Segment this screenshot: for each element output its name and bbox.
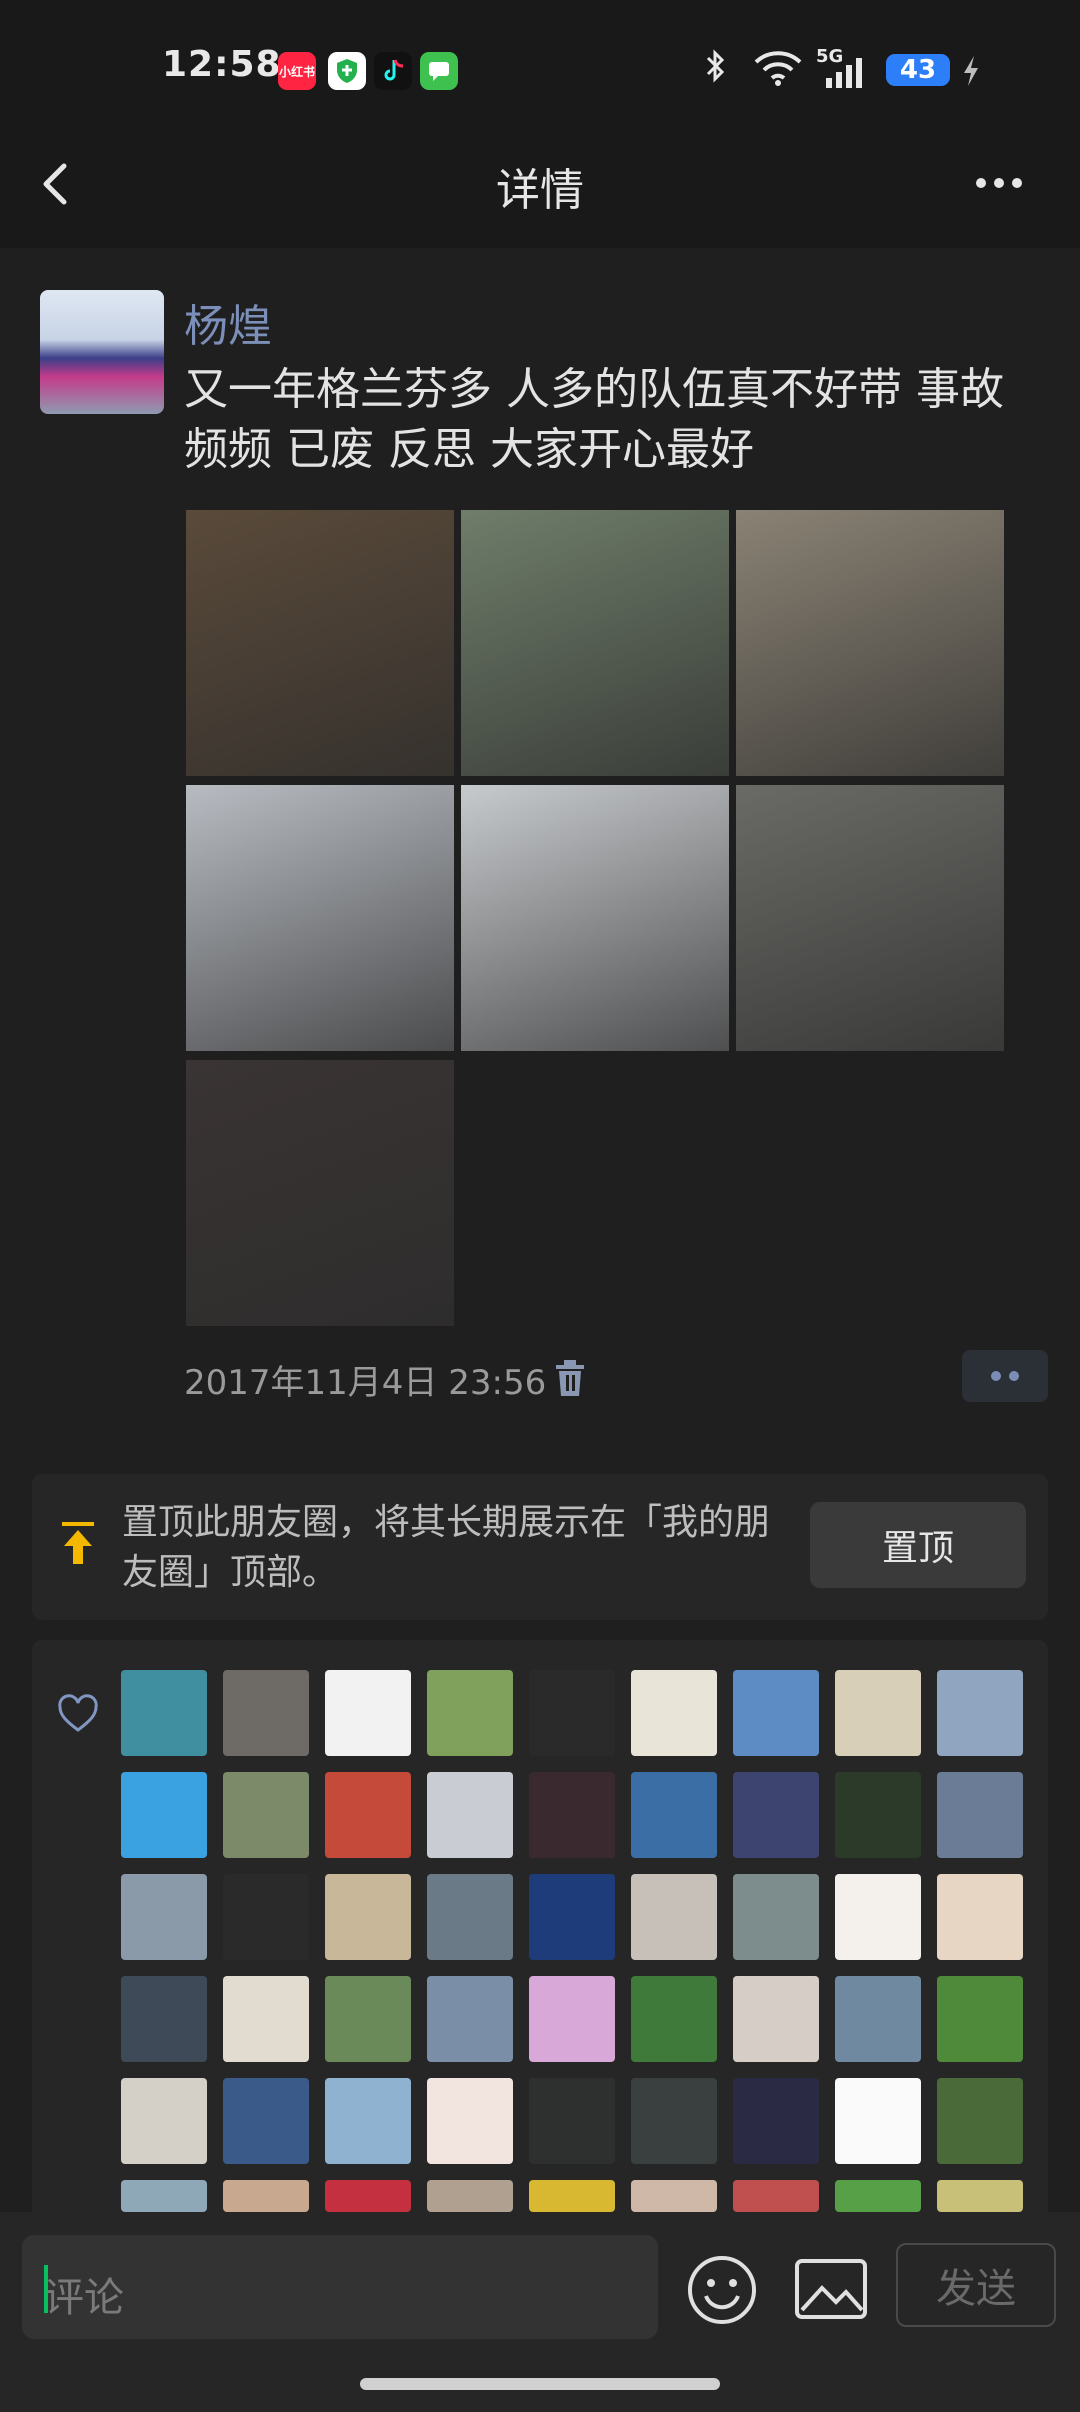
liker-avatar[interactable] [121, 1874, 207, 1960]
liker-avatar[interactable] [529, 1874, 615, 1960]
liker-avatar[interactable] [835, 1670, 921, 1756]
liker-avatar[interactable] [733, 2078, 819, 2164]
liker-avatar[interactable] [937, 2078, 1023, 2164]
pin-button[interactable]: 置顶 [810, 1502, 1026, 1588]
liker-avatar[interactable] [937, 1976, 1023, 2062]
liker-avatar[interactable] [529, 2180, 615, 2212]
post-photo-dinner-table-group[interactable] [186, 510, 454, 776]
liker-avatar[interactable] [223, 1772, 309, 1858]
dots-icon [991, 1371, 1001, 1381]
liker-avatar[interactable] [937, 1874, 1023, 1960]
liker-avatar[interactable] [223, 1976, 309, 2062]
delete-button[interactable] [552, 1358, 588, 1398]
smiley-icon [688, 2256, 756, 2324]
douyin-icon [374, 52, 412, 90]
liker-avatar[interactable] [631, 1670, 717, 1756]
liker-avatar[interactable] [325, 2078, 411, 2164]
liker-avatar[interactable] [835, 2078, 921, 2164]
status-bar: 12:58 小红书 5G 43 [0, 0, 1080, 140]
liker-avatar[interactable] [223, 2078, 309, 2164]
battery-level: 43 [886, 54, 950, 86]
heart-icon [56, 1694, 100, 1734]
text-cursor [44, 2265, 48, 2313]
liker-avatar[interactable] [223, 1874, 309, 1960]
post-photo-cyclists-lakeside[interactable] [736, 785, 1004, 1051]
image-icon [795, 2259, 867, 2319]
liker-avatar[interactable] [121, 1670, 207, 1756]
post-timestamp: 2017年11月4日 23:56 [184, 1363, 547, 1403]
liker-avatar[interactable] [835, 1874, 921, 1960]
liker-avatar[interactable] [427, 1670, 513, 1756]
comment-like-button[interactable] [962, 1350, 1048, 1402]
liker-avatar[interactable] [733, 1976, 819, 2062]
xiaohongshu-icon: 小红书 [278, 52, 316, 90]
liker-avatar[interactable] [121, 1976, 207, 2062]
post-text: 又一年格兰芬多 人多的队伍真不好带 事故频频 已废 反思 大家开心最好 [184, 364, 1004, 475]
page-title: 详情 [496, 165, 584, 216]
liker-avatar[interactable] [223, 1670, 309, 1756]
wifi-icon [752, 48, 804, 94]
image-button[interactable] [794, 2258, 868, 2320]
liker-avatar[interactable] [631, 2078, 717, 2164]
signal-icon [818, 56, 870, 94]
liker-avatar[interactable] [937, 1670, 1023, 1756]
home-indicator [360, 2378, 720, 2390]
liker-avatar[interactable] [937, 2180, 1023, 2212]
liker-avatar[interactable] [427, 1976, 513, 2062]
liker-avatar[interactable] [427, 1772, 513, 1858]
liker-avatar[interactable] [427, 2078, 513, 2164]
comment-placeholder: 评论 [44, 2275, 124, 2321]
messages-icon [420, 52, 458, 90]
liker-avatar[interactable] [835, 1976, 921, 2062]
liker-avatar[interactable] [631, 1772, 717, 1858]
charging-icon [960, 54, 982, 92]
trash-icon [556, 1360, 584, 1396]
more-icon [976, 178, 986, 188]
more-button[interactable] [976, 168, 1036, 198]
liker-avatar[interactable] [529, 1976, 615, 2062]
liker-avatar[interactable] [631, 1976, 717, 2062]
liker-avatar[interactable] [733, 2180, 819, 2212]
liker-avatar[interactable] [529, 1670, 615, 1756]
liker-avatar[interactable] [325, 2180, 411, 2212]
send-button[interactable]: 发送 [896, 2243, 1056, 2327]
liker-avatar[interactable] [631, 1874, 717, 1960]
liker-avatar[interactable] [325, 1976, 411, 2062]
shield-app-icon [328, 52, 366, 90]
liker-avatar[interactable] [427, 1874, 513, 1960]
pin-top-icon [60, 1520, 96, 1566]
liker-avatar[interactable] [325, 1874, 411, 1960]
post-photo-seagulls-feeding[interactable] [186, 785, 454, 1051]
liker-avatar[interactable] [121, 2180, 207, 2212]
post-photo-cycling-selfie[interactable] [461, 510, 729, 776]
liker-avatar[interactable] [733, 1772, 819, 1858]
post-photo-seagulls-sunset[interactable] [736, 510, 1004, 776]
liker-avatar[interactable] [427, 2180, 513, 2212]
liker-avatar[interactable] [631, 2180, 717, 2212]
post-photo-seagulls-flying[interactable] [461, 785, 729, 1051]
liker-avatar[interactable] [733, 1874, 819, 1960]
liker-avatar[interactable] [529, 2078, 615, 2164]
liker-avatar[interactable] [325, 1670, 411, 1756]
status-time: 12:58 [162, 44, 282, 85]
liker-avatar[interactable] [835, 1772, 921, 1858]
emoji-button[interactable] [686, 2254, 758, 2326]
poster-name[interactable]: 杨煌 [184, 290, 272, 354]
bluetooth-icon [704, 48, 728, 92]
liker-avatar[interactable] [121, 1772, 207, 1858]
liker-avatar[interactable] [325, 1772, 411, 1858]
pin-description: 置顶此朋友圈，将其长期展示在「我的朋友圈」顶部。 [122, 1502, 771, 1593]
liker-avatar[interactable] [223, 2180, 309, 2212]
liker-avatar[interactable] [121, 2078, 207, 2164]
liker-avatar[interactable] [529, 1772, 615, 1858]
liker-avatar[interactable] [937, 1772, 1023, 1858]
poster-avatar[interactable] [40, 290, 164, 414]
post-photo-two-women-selfie[interactable] [186, 1060, 454, 1326]
liker-avatar[interactable] [835, 2180, 921, 2212]
liker-avatar[interactable] [733, 1670, 819, 1756]
